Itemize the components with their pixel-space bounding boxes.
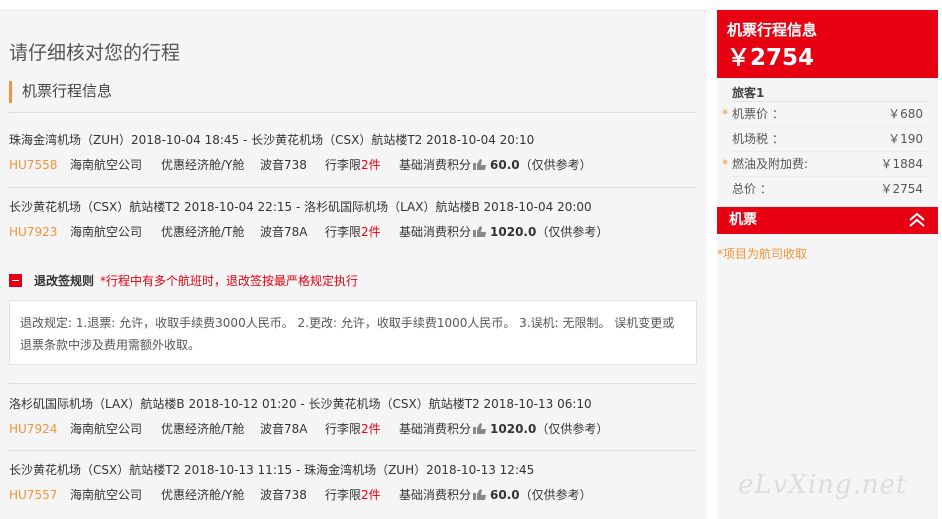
points-info: 基础消费积分 60.0（仅供参考） xyxy=(399,155,592,175)
cabin-class: 优惠经济舱/Y舱 xyxy=(161,488,245,502)
baggage-label: 行李限 xyxy=(325,488,362,502)
ticket-toggle-bar[interactable]: 机票 xyxy=(717,207,938,234)
fee-row-ticket: * 机票价 ： ￥680 xyxy=(722,102,928,127)
points-hand-icon xyxy=(473,489,487,500)
points-note: （仅供参考） xyxy=(536,225,609,239)
fee-note: *项目为航司收取 xyxy=(717,247,808,261)
flight-number: HU7923 xyxy=(9,225,58,239)
airline-name: 海南航空公司 xyxy=(70,225,143,239)
points-info: 基础消费积分 1020.0（仅供参考） xyxy=(399,222,608,242)
baggage-value: 2件 xyxy=(361,422,381,436)
aircraft-type: 波音738 xyxy=(260,158,307,172)
baggage-value: 2件 xyxy=(361,158,381,172)
points-note: （仅供参考） xyxy=(536,422,609,436)
points-label: 基础消费积分 xyxy=(399,488,472,502)
flight-segment: 长沙黄花机场（CSX）航站楼T2 2018-10-04 22:15 - 洛杉矶国… xyxy=(9,197,699,242)
required-star: * xyxy=(722,107,728,121)
itinerary-panel: 请仔细核对您的行程 机票行程信息 珠海金湾机场（ZUH）2018-10-04 1… xyxy=(0,10,707,519)
segment-info: HU7558 海南航空公司 优惠经济舱/Y舱 波音738 行李限2件 基础消费积… xyxy=(9,155,699,175)
baggage-value: 2件 xyxy=(361,225,381,239)
refund-rules-text: 退改规定: 1.退票: 允许，收取手续费3000人民币。 2.更改: 允许，收取… xyxy=(9,300,697,365)
divider xyxy=(9,383,697,384)
fee-row-fuel-surcharge: * 燃油及附加费: ￥1884 xyxy=(722,152,928,177)
flight-number: HU7924 xyxy=(9,422,58,436)
fee-row-total: 总价 ： ￥2754 xyxy=(732,177,928,202)
fee-label: 燃油及附加费: xyxy=(732,157,809,171)
segment-route: 长沙黄花机场（CSX）航站楼T2 2018-10-04 22:15 - 洛杉矶国… xyxy=(9,200,592,214)
segment-route: 洛杉矶国际机场（LAX）航站楼B 2018-10-12 01:20 - 长沙黄花… xyxy=(9,397,592,411)
points-note: （仅供参考） xyxy=(519,158,592,172)
points-value: 60.0 xyxy=(490,158,520,172)
baggage-label: 行李限 xyxy=(325,158,362,172)
points-info: 基础消费积分 60.0（仅供参考） xyxy=(399,485,592,505)
refund-rules-label: 退改签规则 xyxy=(34,274,95,288)
airline-name: 海南航空公司 xyxy=(70,488,143,502)
points-hand-icon xyxy=(473,423,487,434)
page-title: 请仔细核对您的行程 xyxy=(9,42,181,64)
points-hand-icon xyxy=(473,159,487,170)
refund-rules-header[interactable]: 退改签规则 *行程中有多个航班时，退改签按最严格规定执行 xyxy=(9,272,358,290)
section-title: 机票行程信息 xyxy=(9,81,112,103)
refund-warning: *行程中有多个航班时，退改签按最严格规定执行 xyxy=(100,274,359,288)
price-header-title: 机票行程信息 xyxy=(727,21,818,39)
segment-info: HU7924 海南航空公司 优惠经济舱/T舱 波音78A 行李限2件 基础消费积… xyxy=(9,419,699,439)
points-label: 基础消费积分 xyxy=(399,158,472,172)
total-price: ￥2754 xyxy=(727,45,815,71)
passenger-label: 旅客1 xyxy=(732,84,928,102)
required-star: * xyxy=(722,157,728,171)
segment-route: 珠海金湾机场（ZUH）2018-10-04 18:45 - 长沙黄花机场（CSX… xyxy=(9,133,535,147)
baggage-allowance: 行李限2件 xyxy=(325,485,381,505)
cabin-class: 优惠经济舱/T舱 xyxy=(161,422,245,436)
fee-value: ￥190 xyxy=(888,132,923,146)
segment-route: 长沙黄花机场（CSX）航站楼T2 2018-10-13 11:15 - 珠海金湾… xyxy=(9,463,535,477)
flight-number: HU7558 xyxy=(9,158,58,172)
aircraft-type: 波音78A xyxy=(260,225,308,239)
flight-segment: 珠海金湾机场（ZUH）2018-10-04 18:45 - 长沙黄花机场（CSX… xyxy=(9,130,699,175)
points-value: 60.0 xyxy=(490,488,520,502)
divider xyxy=(9,187,697,188)
fee-label: 总价 ： xyxy=(732,182,772,196)
flight-number: HU7557 xyxy=(9,488,58,502)
aircraft-type: 波音78A xyxy=(260,422,308,436)
points-info: 基础消费积分 1020.0（仅供参考） xyxy=(399,419,608,439)
points-value: 1020.0 xyxy=(490,225,537,239)
fee-value: ￥2754 xyxy=(880,182,923,196)
fee-label: 机票价 ： xyxy=(732,107,784,121)
fee-row-airport-tax: 机场税 ： ￥190 xyxy=(732,127,928,152)
watermark: eLvXing.net xyxy=(738,470,908,500)
airline-name: 海南航空公司 xyxy=(70,158,143,172)
points-label: 基础消费积分 xyxy=(399,422,472,436)
fee-value: ￥680 xyxy=(888,107,923,121)
baggage-value: 2件 xyxy=(361,488,381,502)
segment-info: HU7923 海南航空公司 优惠经济舱/T舱 波音78A 行李限2件 基础消费积… xyxy=(9,222,699,242)
divider xyxy=(9,450,697,451)
segment-info: HU7557 海南航空公司 优惠经济舱/Y舱 波音738 行李限2件 基础消费积… xyxy=(9,485,699,505)
fee-label: 机场税 ： xyxy=(732,132,784,146)
ticket-bar-label: 机票 xyxy=(729,212,757,228)
baggage-label: 行李限 xyxy=(325,225,362,239)
cabin-class: 优惠经济舱/T舱 xyxy=(161,225,245,239)
baggage-allowance: 行李限2件 xyxy=(325,419,381,439)
price-summary-panel: 机票行程信息 ￥2754 旅客1 * 机票价 ： ￥680 机场税 ： ￥190… xyxy=(717,10,938,519)
fee-value: ￥1884 xyxy=(880,157,923,171)
points-value: 1020.0 xyxy=(490,422,537,436)
points-note: （仅供参考） xyxy=(519,488,592,502)
baggage-label: 行李限 xyxy=(325,422,362,436)
passenger-fees: 旅客1 * 机票价 ： ￥680 机场税 ： ￥190 * 燃油及附加费: ￥1… xyxy=(717,78,938,202)
aircraft-type: 波音738 xyxy=(260,488,307,502)
points-hand-icon xyxy=(473,226,487,237)
points-label: 基础消费积分 xyxy=(399,225,472,239)
double-chevron-up-icon[interactable] xyxy=(908,211,926,229)
baggage-allowance: 行李限2件 xyxy=(325,155,381,175)
price-header: 机票行程信息 ￥2754 xyxy=(717,10,938,78)
flight-segment: 洛杉矶国际机场（LAX）航站楼B 2018-10-12 01:20 - 长沙黄花… xyxy=(9,394,699,439)
flight-segment: 长沙黄花机场（CSX）航站楼T2 2018-10-13 11:15 - 珠海金湾… xyxy=(9,460,699,505)
minus-square-icon[interactable] xyxy=(9,274,22,287)
airline-name: 海南航空公司 xyxy=(70,422,143,436)
baggage-allowance: 行李限2件 xyxy=(325,222,381,242)
cabin-class: 优惠经济舱/Y舱 xyxy=(161,158,245,172)
divider xyxy=(9,112,697,113)
